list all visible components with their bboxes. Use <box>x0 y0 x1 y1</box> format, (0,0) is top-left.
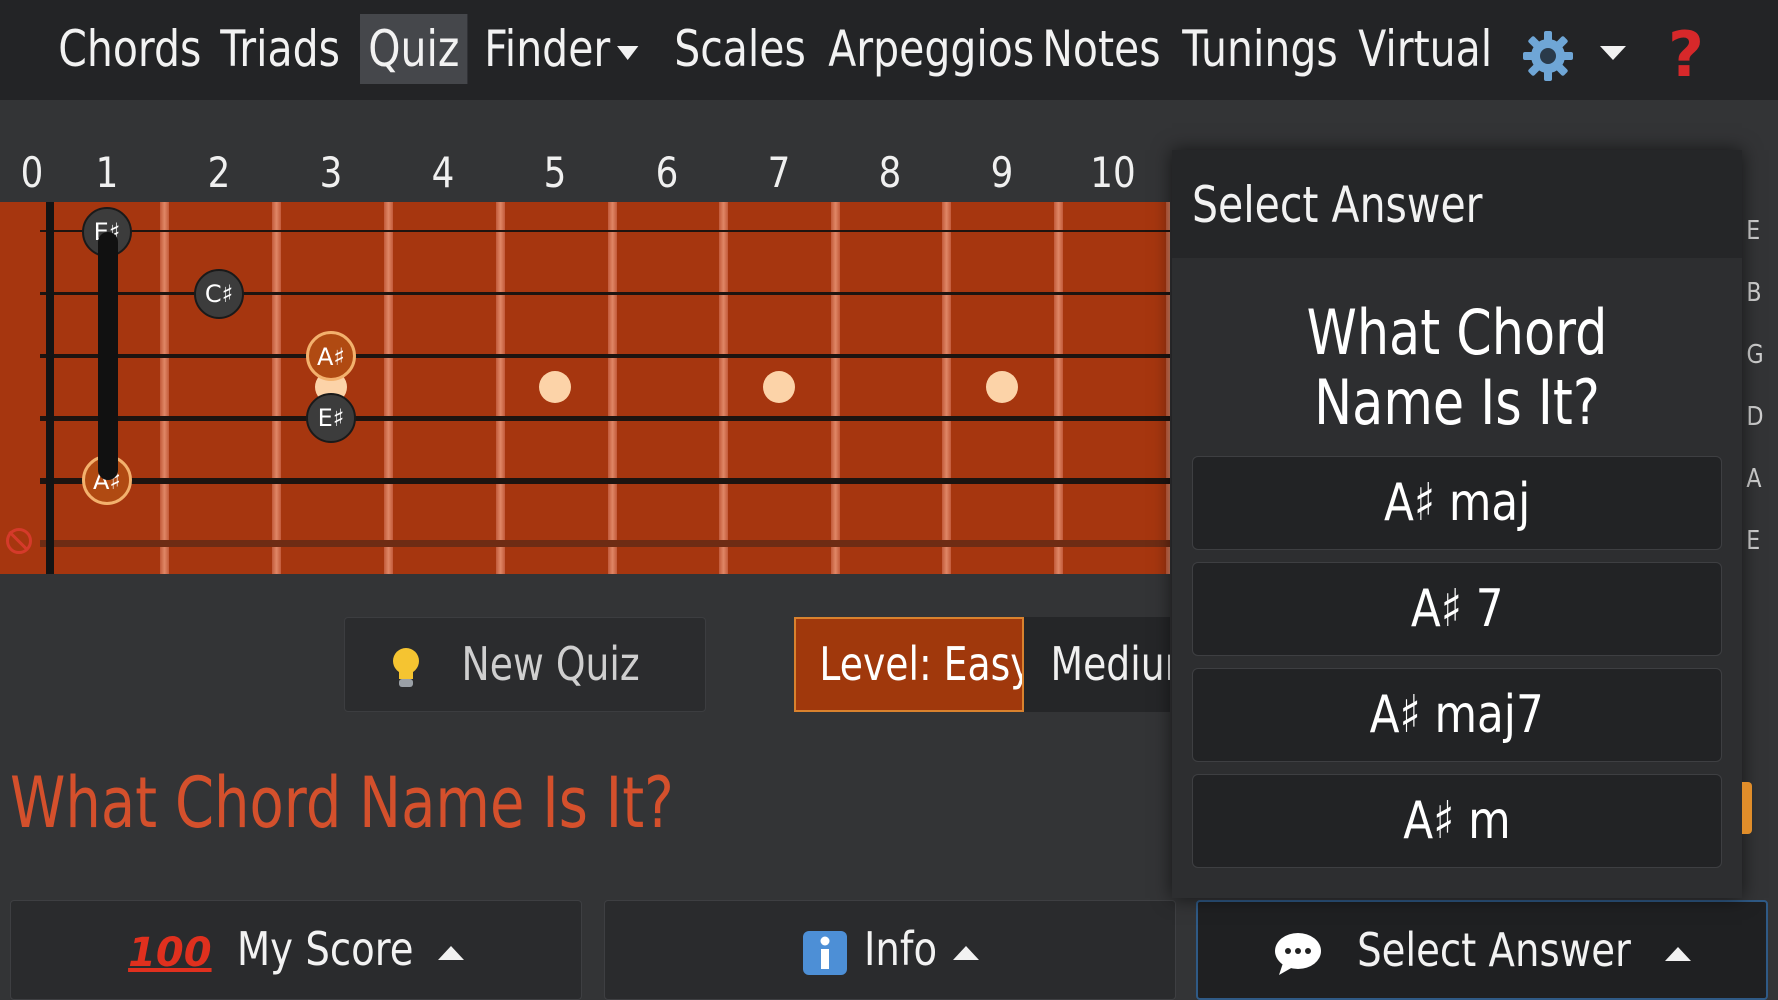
answer-option-3[interactable]: A♯ maj7 <box>1192 668 1722 762</box>
string-label: E <box>1746 216 1761 246</box>
new-quiz-label: New Quiz <box>461 637 640 691</box>
fret-wire <box>384 202 393 574</box>
panel-header-label: Select Answer <box>1192 176 1483 234</box>
level-medium-button[interactable]: Medium <box>1024 617 1170 712</box>
fret-number: 5 <box>543 148 567 197</box>
string-label: B <box>1746 278 1762 308</box>
panel-header: Select Answer <box>1172 150 1742 258</box>
fret-number: 10 <box>1090 148 1136 197</box>
level-easy-label: Level: Easy <box>819 637 1024 691</box>
top-nav: Chords Triads Quiz Finder Scales Arpeggi… <box>0 0 1778 100</box>
fret-number: 4 <box>431 148 455 197</box>
guitar-string <box>40 478 1170 484</box>
fret-number: 7 <box>767 148 791 197</box>
string-label: E <box>1746 526 1761 556</box>
fretboard[interactable] <box>0 202 1170 574</box>
select-answer-button[interactable]: Select Answer <box>1196 900 1768 1000</box>
fret-wire <box>719 202 728 574</box>
fret-number: 2 <box>207 148 231 197</box>
fret-number: 3 <box>319 148 343 197</box>
select-answer-panel: Select Answer What Chord Name Is It? A♯ … <box>1172 150 1742 898</box>
nav-tunings[interactable]: Tunings <box>1174 14 1346 84</box>
speech-bubble-icon <box>1275 932 1322 975</box>
answer-option-1[interactable]: A♯ maj <box>1192 456 1722 550</box>
fret-number: 9 <box>990 148 1014 197</box>
fret-number: 8 <box>878 148 902 197</box>
fret-inlay-dot <box>763 371 795 403</box>
fret-wire <box>608 202 617 574</box>
nav-finder-label: Finder <box>484 20 611 78</box>
string-label: A <box>1746 464 1762 494</box>
level-medium-label: Medium <box>1050 637 1170 691</box>
guitar-string <box>40 230 1170 232</box>
panel-title-label: What Chord Name Is It? <box>1306 296 1608 439</box>
fret-inlay-dot <box>539 371 571 403</box>
fret-inlay-dot <box>986 371 1018 403</box>
nav-scales[interactable]: Scales <box>666 14 814 84</box>
note-marker[interactable]: C♯ <box>194 269 244 319</box>
fret-number: 1 <box>95 148 119 197</box>
fret-number: 6 <box>655 148 679 197</box>
settings-chevron-down-icon[interactable] <box>1600 46 1626 60</box>
my-score-button[interactable]: 100 My Score <box>10 900 582 1000</box>
root-note-marker[interactable]: A♯ <box>306 331 356 381</box>
answer-option-label: A♯ m <box>1403 791 1511 851</box>
nav-notes[interactable]: Notes <box>1034 14 1169 84</box>
nav-quiz[interactable]: Quiz <box>360 14 468 84</box>
fret-wire <box>160 202 169 574</box>
answer-option-label: A♯ 7 <box>1410 579 1504 639</box>
hundred-points-icon: 100 <box>128 929 212 976</box>
my-score-label: My Score <box>236 922 414 976</box>
chevron-up-icon <box>1664 946 1691 961</box>
note-marker[interactable]: E♯ <box>306 393 356 443</box>
select-answer-label: Select Answer <box>1357 923 1631 977</box>
guitar-string <box>40 540 1170 547</box>
quiz-question: What Chord Name Is It? <box>10 762 674 844</box>
answer-option-label: A♯ maj <box>1383 473 1531 533</box>
info-icon <box>803 930 848 975</box>
string-label: G <box>1746 340 1764 370</box>
gear-icon[interactable] <box>1520 28 1576 84</box>
answer-option-2[interactable]: A♯ 7 <box>1192 562 1722 656</box>
info-label: Info <box>864 922 938 976</box>
nav-arpeggios[interactable]: Arpeggios <box>820 14 1042 84</box>
lightbulb-icon <box>393 647 420 687</box>
info-button[interactable]: Info <box>604 900 1176 1000</box>
nav-chords[interactable]: Chords <box>50 14 210 84</box>
nav-finder[interactable]: Finder <box>476 14 646 84</box>
fret-wire <box>272 202 281 574</box>
chevron-down-icon <box>616 45 639 60</box>
answer-option-label: A♯ maj7 <box>1369 685 1545 745</box>
chevron-up-icon <box>952 945 979 960</box>
chevron-up-icon <box>437 945 464 960</box>
fret-wire <box>942 202 951 574</box>
fret-wire <box>496 202 505 574</box>
nav-triads[interactable]: Triads <box>212 14 348 84</box>
fretboard-nut <box>46 202 54 574</box>
nav-virtual[interactable]: Virtual <box>1350 14 1500 84</box>
string-label: D <box>1746 402 1764 432</box>
level-easy-button[interactable]: Level: Easy <box>794 617 1024 712</box>
mute-icon[interactable] <box>6 528 32 554</box>
answer-option-4[interactable]: A♯ m <box>1192 774 1722 868</box>
fret-wire <box>831 202 840 574</box>
scroll-indicator <box>1742 782 1752 834</box>
fret-wire <box>1166 202 1170 574</box>
fret-number: 0 <box>20 148 44 197</box>
guitar-string <box>40 354 1170 358</box>
guitar-string <box>40 416 1170 421</box>
new-quiz-button[interactable]: New Quiz <box>344 617 706 712</box>
help-icon[interactable]: ? <box>1668 18 1704 91</box>
barre-indicator <box>98 232 118 480</box>
fret-wire <box>1054 202 1063 574</box>
panel-title: What Chord Name Is It? <box>1172 298 1742 438</box>
